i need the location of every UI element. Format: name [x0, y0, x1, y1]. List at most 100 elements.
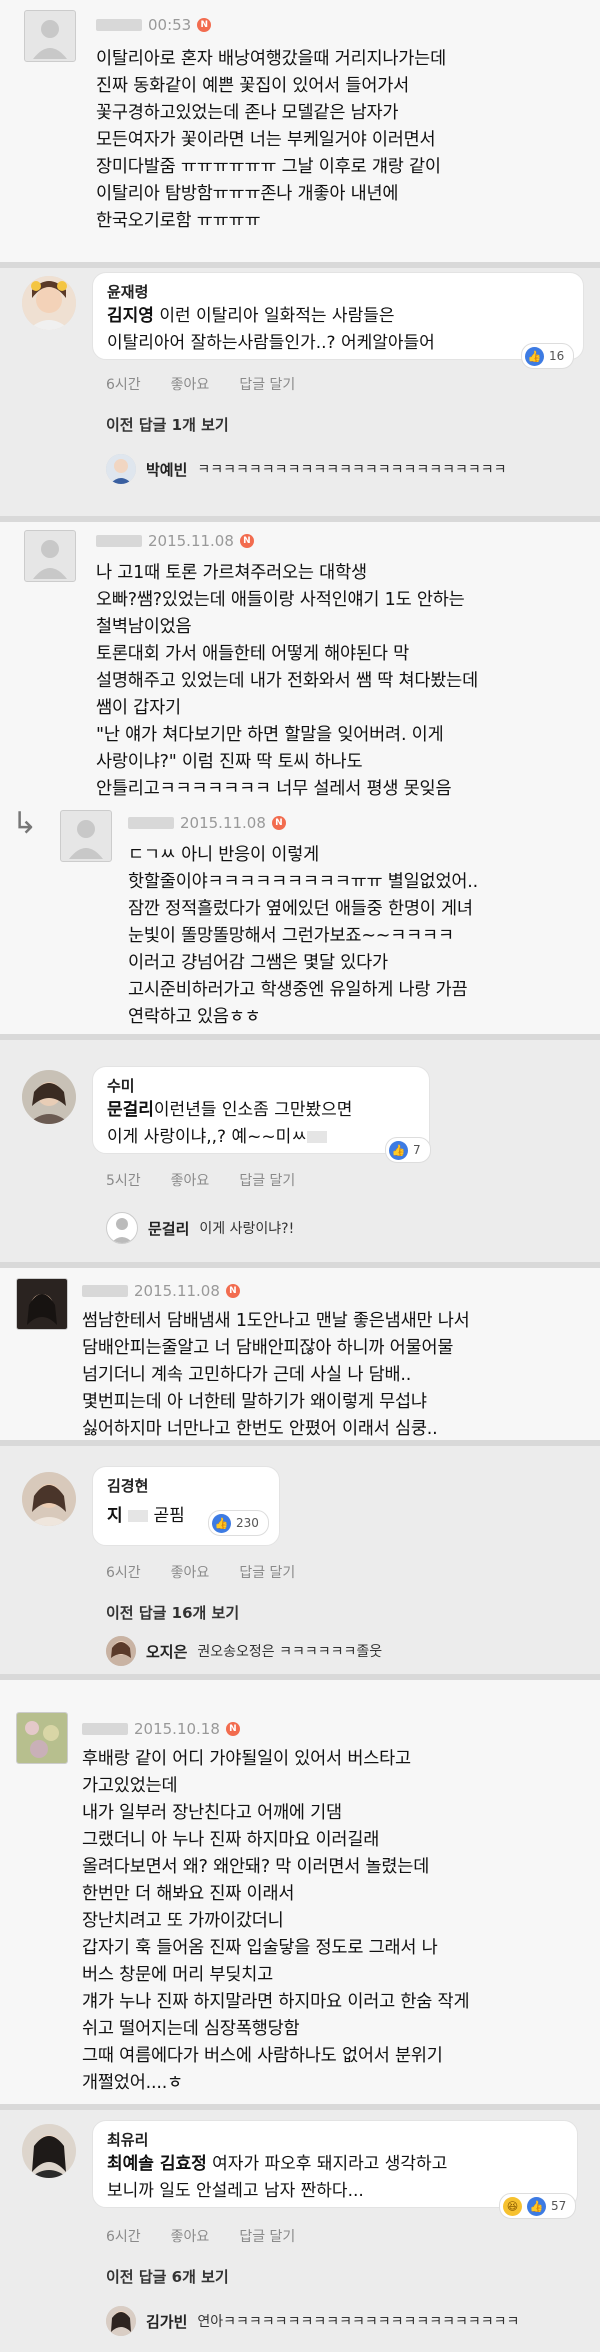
reply-actions: 6시간 좋아요 답글 달기: [106, 374, 295, 394]
new-badge: N: [225, 1284, 240, 1298]
mention-tag[interactable]: 지: [107, 1506, 123, 1526]
profile-photo-icon: [106, 2306, 136, 2336]
reply-button[interactable]: 답글 달기: [239, 2226, 295, 2246]
sub-reply-text: 이게 사랑이냐?!: [199, 1221, 295, 1237]
profile-photo-icon: [17, 1279, 67, 1329]
profile-photo-icon: [22, 1070, 76, 1124]
reaction-count[interactable]: 👍 16: [521, 343, 575, 369]
reply-author[interactable]: 윤재령: [107, 281, 148, 302]
avatar[interactable]: [22, 1070, 76, 1124]
comment-meta: 2015.11.08 N: [96, 532, 254, 550]
mention-tag[interactable]: 최예솔 김효정: [107, 2154, 207, 2174]
reply-time: 6시간: [106, 377, 141, 393]
view-previous-replies[interactable]: 이전 답글 6개 보기: [106, 2266, 229, 2287]
sub-reply: 문걸리 이게 사랑이냐?!: [106, 1212, 294, 1244]
comment-card: 2015.10.18 N 후배랑 같이 어디 가야될일이 있어서 버스타고 가고…: [0, 1680, 600, 2104]
like-button[interactable]: 좋아요: [171, 1170, 210, 1190]
reaction-count[interactable]: 👍 230: [208, 1510, 269, 1536]
reaction-count[interactable]: 👍 7: [385, 1137, 431, 1163]
sub-reply: 박예빈 ㅋㅋㅋㅋㅋㅋㅋㅋㅋㅋㅋㅋㅋㅋㅋㅋㅋㅋㅋㅋㅋㅋㅋㅋ: [106, 454, 507, 484]
new-badge: N: [197, 18, 212, 32]
thumbs-up-icon: 👍: [389, 1140, 408, 1160]
reply-arrow-icon: ↳: [12, 806, 38, 841]
comment-text: 후배랑 같이 어디 가야될일이 있어서 버스타고 가고있었는데 내가 일부러 장…: [82, 1749, 470, 2093]
reply-bubble: 수미 문걸리이런년들 인소좀 그만봤으면 이게 사랑이냐,,? 예~~미ㅆ 👍 7: [92, 1066, 431, 1163]
default-avatar-icon: [33, 540, 67, 579]
sub-reply-text: 연아ㅋㅋㅋㅋㅋㅋㅋㅋㅋㅋㅋㅋㅋㅋㅋㅋㅋㅋㅋㅋㅋㅋㅋ: [197, 2314, 520, 2330]
avatar[interactable]: [60, 810, 112, 862]
timestamp: 2015.11.08: [148, 532, 234, 550]
avatar[interactable]: [24, 10, 76, 62]
comment-meta: 00:53 N: [96, 16, 212, 34]
default-avatar-icon: [69, 820, 103, 859]
avatar[interactable]: [106, 1636, 136, 1666]
avatar[interactable]: [16, 1278, 68, 1330]
reply-actions: 6시간 좋아요 답글 달기: [106, 2226, 295, 2246]
reaction-count[interactable]: 😆 👍 57: [499, 2193, 577, 2219]
comment-feed: 00:53 N 이탈리아로 혼자 배낭여행갔을때 거리지나가는데 진짜 동화같이…: [0, 0, 600, 2352]
censored-mask: [128, 1510, 149, 1522]
avatar[interactable]: [22, 1472, 76, 1526]
facebook-reply-block: 김경현 지 곧핌 👍 230 6시간 좋아요 답글 달기 이전 답글 16개 보기…: [0, 1446, 600, 1674]
avatar[interactable]: [106, 1212, 138, 1244]
blurred-username: [96, 19, 142, 31]
facebook-reply-block: 수미 문걸리이런년들 인소좀 그만봤으면 이게 사랑이냐,,? 예~~미ㅆ 👍 7…: [0, 1040, 600, 1262]
censored-mask: [306, 1131, 327, 1143]
sub-reply-author[interactable]: 김가빈: [146, 2311, 187, 2332]
default-avatar-icon: [111, 1218, 133, 1243]
haha-emoji-icon: 😆: [503, 2196, 522, 2216]
timestamp: 2015.10.18: [134, 1720, 220, 1738]
sub-reply-text: ㅋㅋㅋㅋㅋㅋㅋㅋㅋㅋㅋㅋㅋㅋㅋㅋㅋㅋㅋㅋㅋㅋㅋㅋ: [197, 462, 507, 478]
like-button[interactable]: 좋아요: [171, 2226, 210, 2246]
mention-tag[interactable]: 김지영: [107, 306, 154, 326]
thumbs-up-icon: 👍: [525, 346, 544, 366]
reply-button[interactable]: 답글 달기: [239, 1562, 295, 1582]
timestamp: 2015.11.08: [134, 1282, 220, 1300]
sub-reply-author[interactable]: 오지은: [146, 1641, 187, 1662]
reply-author[interactable]: 수미: [107, 1075, 135, 1096]
mention-tag[interactable]: 문걸리: [107, 1100, 154, 1120]
new-badge: N: [225, 1722, 240, 1736]
avatar[interactable]: [24, 530, 76, 582]
comment-meta: 2015.10.18 N: [82, 1720, 240, 1738]
reply-text: 김지영 이런 이탈리아 일화적는 사람들은 이탈리아어 잘하는사람들인가..? …: [107, 306, 435, 353]
comment-text: 썸남한테서 담배냄새 1도안나고 맨날 좋은냄새만 나서 담배안피는줄알고 너 …: [82, 1311, 470, 1439]
avatar[interactable]: [16, 1712, 68, 1764]
like-button[interactable]: 좋아요: [171, 374, 210, 394]
reply-bubble: 최유리 최예솔 김효정 여자가 파오후 돼지라고 생각하고 보니까 일도 안설레…: [92, 2120, 578, 2219]
sub-reply-author[interactable]: 문걸리: [148, 1218, 189, 1239]
blurred-username: [82, 1723, 128, 1735]
avatar[interactable]: [22, 2124, 76, 2178]
comment-card: 2015.11.08 N 나 고1때 토론 가르쳐주러오는 대학생 오빠?쌤?있…: [0, 522, 600, 804]
thumbs-up-icon: 👍: [212, 1513, 231, 1533]
view-previous-replies[interactable]: 이전 답글 16개 보기: [106, 1602, 239, 1623]
facebook-reply-block: 윤재령 김지영 이런 이탈리아 일화적는 사람들은 이탈리아어 잘하는사람들인가…: [0, 268, 600, 516]
avatar[interactable]: [106, 2306, 136, 2336]
reply-button[interactable]: 답글 달기: [239, 1170, 295, 1190]
view-previous-replies[interactable]: 이전 답글 1개 보기: [106, 414, 229, 435]
profile-photo-icon: [22, 276, 76, 330]
avatar[interactable]: [106, 454, 136, 484]
reply-actions: 6시간 좋아요 답글 달기: [106, 1562, 295, 1582]
reply-author[interactable]: 최유리: [107, 2129, 148, 2150]
profile-photo-icon: [17, 1713, 67, 1763]
reply-button[interactable]: 답글 달기: [239, 374, 295, 394]
blurred-username: [82, 1285, 128, 1297]
new-badge: N: [239, 534, 254, 548]
comment-meta: 2015.11.08 N: [82, 1282, 240, 1300]
timestamp: 2015.11.08: [180, 814, 266, 832]
avatar[interactable]: [22, 276, 76, 330]
nested-comment-card: ↳ 2015.11.08 N ㄷㄱㅆ 아니 반응이 이렇게 핫할줄이야ㅋㅋㅋㅋㅋ…: [0, 804, 600, 1034]
blurred-username: [128, 817, 174, 829]
like-button[interactable]: 좋아요: [171, 1562, 210, 1582]
reply-author[interactable]: 김경현: [107, 1475, 148, 1496]
comment-card: 00:53 N 이탈리아로 혼자 배낭여행갔을때 거리지나가는데 진짜 동화같이…: [0, 0, 600, 262]
reply-time: 6시간: [106, 1565, 141, 1581]
reply-time: 6시간: [106, 2229, 141, 2245]
comment-card: 2015.11.08 N 썸남한테서 담배냄새 1도안나고 맨날 좋은냄새만 나…: [0, 1268, 600, 1440]
sub-reply-text: 권오송오정은 ㅋㅋㅋㅋㅋㅋ졸웃: [197, 1644, 383, 1660]
profile-photo-icon: [106, 1636, 136, 1666]
sub-reply-author[interactable]: 박예빈: [146, 459, 187, 480]
profile-photo-icon: [22, 2124, 76, 2178]
comment-text: ㄷㄱㅆ 아니 반응이 이렇게 핫할줄이야ㅋㅋㅋㅋㅋㅋㅋㅋㅋㅠㅠ 별일없었어.. …: [128, 845, 478, 1027]
